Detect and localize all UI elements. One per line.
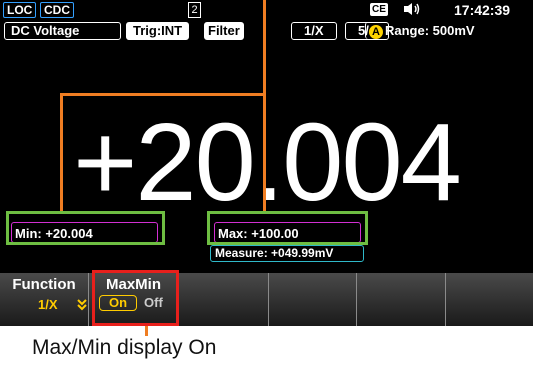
trigger-chip[interactable]: Trig:INT	[126, 22, 190, 40]
loc-badge: LOC	[3, 2, 37, 18]
main-reading: +20.004	[73, 101, 462, 224]
speaker-icon	[404, 3, 420, 15]
callout-line-caption	[145, 326, 148, 336]
storage-icon: CE	[370, 3, 388, 16]
softkey-5[interactable]	[357, 273, 446, 326]
min-highlight-box	[6, 211, 165, 245]
measure-field: Measure: +049.99mV	[210, 245, 364, 262]
callout-line-vertical-min	[60, 93, 63, 211]
clock: 17:42:39	[454, 2, 511, 18]
softkey-function-label: Function	[12, 276, 76, 293]
softkey-bar: Function 1/X MaxMin On Off	[0, 273, 533, 326]
softkey-6[interactable]	[446, 273, 533, 326]
range-label: Range: 500mV	[385, 23, 475, 38]
mode-chip[interactable]: DC Voltage	[4, 22, 121, 40]
maxmin-highlight-box	[92, 270, 179, 326]
filter-chip[interactable]: Filter	[204, 22, 244, 40]
softkey-3[interactable]	[179, 273, 269, 326]
cdc-badge: CDC	[40, 2, 74, 18]
softkey-function[interactable]: Function 1/X	[0, 273, 89, 326]
callout-line-horizontal	[60, 93, 266, 96]
page-number: 2	[188, 2, 201, 18]
range-indicator[interactable]: A Range: 500mV	[365, 22, 475, 39]
instrument-screen: LOC CDC 2 CE 17:42:39 DC Voltage Trig:IN…	[0, 0, 533, 326]
auto-range-icon: A	[369, 24, 383, 39]
chevron-down-icon	[77, 299, 87, 311]
softkey-4[interactable]	[269, 273, 357, 326]
rate-chip[interactable]: 1/X	[291, 22, 337, 40]
callout-line-vertical-max	[263, 0, 266, 96]
callout-line-vertical-max-lower	[263, 93, 266, 211]
status-bar: LOC CDC 2 CE 17:42:39	[0, 0, 533, 20]
max-highlight-box	[207, 211, 368, 245]
caption: Max/Min display On	[32, 336, 217, 359]
